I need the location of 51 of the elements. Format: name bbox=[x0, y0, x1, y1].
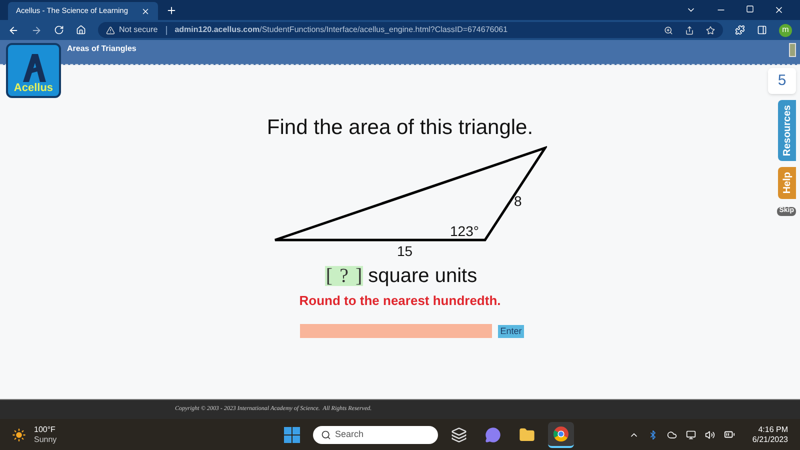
answer-input[interactable] bbox=[300, 324, 492, 338]
search-input[interactable]: Search bbox=[335, 428, 425, 442]
bluetooth-icon[interactable] bbox=[648, 430, 658, 440]
battery-icon[interactable] bbox=[724, 429, 736, 440]
angle-label: 123° bbox=[450, 222, 479, 241]
chat-bubble-icon bbox=[485, 426, 501, 442]
side-tab[interactable]: Resources bbox=[778, 100, 796, 162]
folder-icon bbox=[519, 426, 535, 442]
clock-time[interactable]: 4:16 PM bbox=[758, 424, 788, 434]
share-icon[interactable] bbox=[685, 26, 694, 34]
sun-icon bbox=[12, 428, 26, 442]
warning-icon bbox=[106, 26, 115, 34]
side-panel-icon[interactable] bbox=[757, 25, 767, 35]
network-icon[interactable] bbox=[686, 430, 696, 440]
lesson-title: Areas of Triangles bbox=[67, 43, 136, 55]
bookmark-icon[interactable] bbox=[706, 26, 715, 34]
security-label: Not secure bbox=[119, 24, 158, 36]
browser-logo-icon bbox=[553, 426, 569, 442]
home-icon[interactable] bbox=[76, 25, 86, 35]
cloud-icon[interactable] bbox=[667, 430, 678, 440]
new-tab-icon[interactable] bbox=[166, 4, 177, 16]
close-icon[interactable] bbox=[141, 6, 150, 16]
back-icon[interactable] bbox=[8, 24, 19, 36]
address-bar[interactable]: Not secure admin120.acellus.com/StudentFunctions/Interface/acellus_engine.html?ClassID=674676061 bbox=[98, 22, 723, 38]
extensions-icon[interactable] bbox=[735, 25, 745, 35]
forward-icon[interactable] bbox=[31, 24, 42, 36]
volume-icon[interactable] bbox=[705, 430, 716, 440]
search-icon bbox=[321, 430, 331, 440]
search-field[interactable]: Search bbox=[313, 426, 438, 444]
reload-icon[interactable] bbox=[54, 25, 64, 35]
zoom-icon[interactable] bbox=[664, 26, 673, 34]
close-icon[interactable] bbox=[774, 5, 784, 15]
units-text: square units bbox=[368, 266, 478, 286]
enter-button[interactable]: Enter bbox=[498, 324, 524, 338]
base-label: 15 bbox=[397, 242, 413, 261]
restore-icon[interactable] bbox=[746, 5, 754, 13]
weather-text: Sunny bbox=[34, 434, 57, 444]
logo-text: Acellus bbox=[14, 83, 54, 94]
url-text: admin120.acellus.com/StudentFunctions/Interface/acellus_engine.html?ClassID=674676061 bbox=[174, 24, 508, 36]
side-label: 8 bbox=[514, 192, 522, 211]
windows-logo-icon bbox=[284, 426, 300, 442]
browser-button[interactable] bbox=[548, 422, 574, 448]
counter-text: 5 bbox=[778, 70, 786, 91]
question-text: Find the area of this triangle. bbox=[266, 117, 534, 138]
instruction-text: Round to the nearest hundredth. bbox=[299, 292, 501, 310]
temperature-text: 100°F bbox=[34, 424, 56, 434]
acellus-logo[interactable]: Acellus bbox=[6, 43, 61, 98]
clock-date[interactable]: 6/21/2023 bbox=[752, 434, 788, 444]
stacked-windows-icon bbox=[451, 426, 467, 442]
profile-avatar[interactable]: m bbox=[779, 24, 792, 36]
answer-blank: [ ? ] bbox=[324, 266, 364, 286]
